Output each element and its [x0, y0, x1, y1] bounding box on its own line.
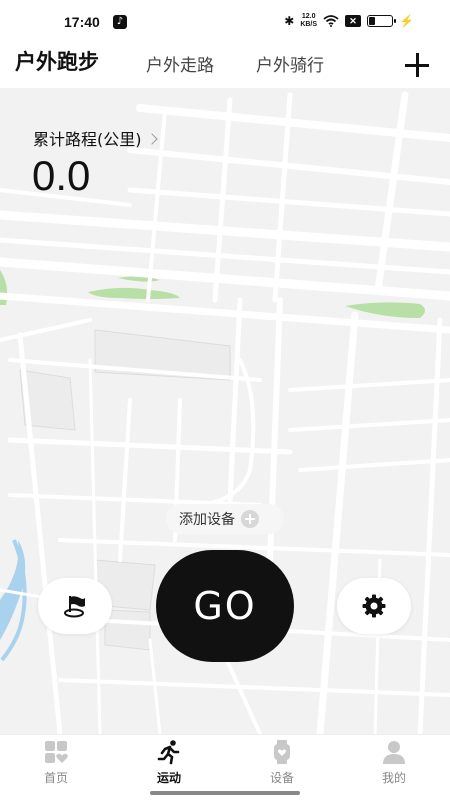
- add-sport-button[interactable]: [404, 52, 430, 78]
- nav-label-home: 首页: [43, 771, 68, 785]
- go-button[interactable]: GO: [156, 550, 294, 662]
- tab-outdoor-cycle[interactable]: 户外骑行: [256, 51, 324, 76]
- tab-outdoor-run[interactable]: 户外跑步: [15, 46, 99, 76]
- net-speed-unit: KB/S: [300, 21, 318, 28]
- park-area: [88, 287, 180, 299]
- tab-outdoor-walk[interactable]: 户外走路: [146, 51, 214, 76]
- route-flag-button[interactable]: [38, 578, 112, 634]
- status-time: 17:40: [64, 14, 100, 30]
- chevron-right-icon: [145, 132, 158, 145]
- nav-item-device[interactable]: 设备: [252, 739, 312, 786]
- nav-label-mine: 我的: [381, 771, 406, 785]
- bluetooth-icon: ✱: [284, 14, 295, 28]
- flag-icon: [64, 596, 85, 618]
- net-speed: 12.0 KB/S: [300, 13, 317, 29]
- runner-icon: [156, 739, 182, 765]
- nav-label-sport: 运动: [156, 771, 181, 785]
- status-icons: ✱ 12.0 KB/S ✕ ⚡: [284, 13, 414, 29]
- person-icon: [381, 739, 407, 765]
- status-bar: 17:40 ♪ ✱ 12.0 KB/S ✕ ⚡: [0, 0, 450, 44]
- plus-circle-icon: [241, 510, 259, 528]
- nav-item-mine[interactable]: 我的: [364, 739, 424, 786]
- map-view[interactable]: 累计路程(公里) 0.0 添加设备 GO: [0, 88, 450, 734]
- add-device-label: 添加设备: [179, 512, 235, 528]
- tiktok-icon: ♪: [113, 15, 127, 29]
- add-device-button[interactable]: 添加设备: [166, 504, 284, 534]
- nav-item-sport[interactable]: 运动: [139, 739, 199, 786]
- net-speed-value: 12.0: [301, 13, 316, 20]
- sport-type-tabs: 户外跑步 户外走路 户外骑行: [0, 44, 450, 88]
- total-distance-label[interactable]: 累计路程(公里): [33, 126, 158, 150]
- total-distance-value: 0.0: [32, 152, 91, 199]
- nav-label-device: 设备: [269, 771, 294, 785]
- battery-icon: [367, 15, 397, 27]
- home-icon: [43, 739, 69, 765]
- wifi-icon: [323, 15, 339, 27]
- no-sim-icon: ✕: [345, 15, 362, 27]
- charging-icon: ⚡: [399, 14, 414, 28]
- watch-icon: [269, 739, 295, 765]
- gear-icon: [362, 594, 386, 618]
- run-settings-button[interactable]: [337, 578, 411, 634]
- home-indicator[interactable]: [150, 791, 300, 795]
- total-distance-label-text: 累计路程(公里): [33, 130, 142, 149]
- nav-item-home[interactable]: 首页: [26, 739, 86, 786]
